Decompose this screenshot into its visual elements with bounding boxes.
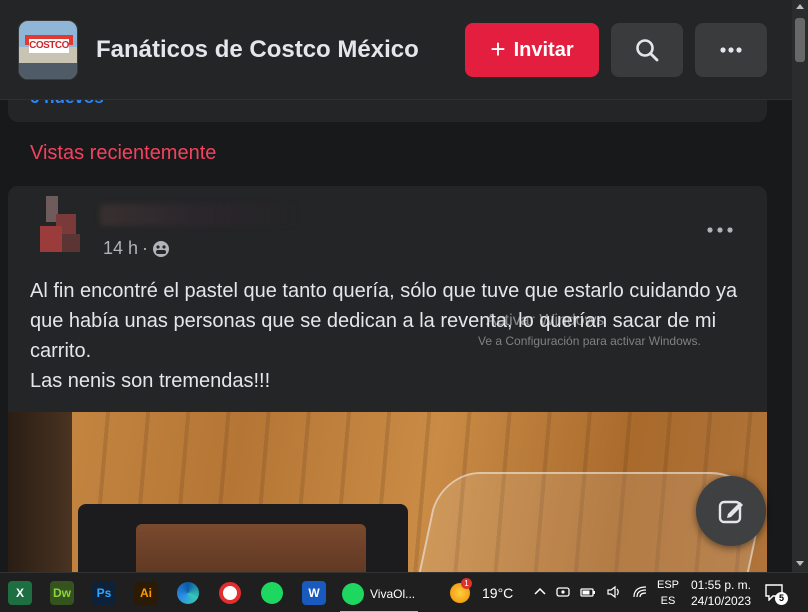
- author-name-redacted[interactable]: [100, 204, 300, 226]
- search-button[interactable]: [611, 23, 683, 77]
- activate-windows-subtitle: Ve a Configuración para activar Windows.: [478, 334, 701, 348]
- language-secondary: ES: [660, 595, 676, 607]
- post-card: 14 h · Al fin encontré el pastel que tan…: [8, 186, 767, 586]
- activate-windows-title: Activar Windows: [486, 312, 605, 329]
- store-sign: COSTCO: [29, 39, 69, 53]
- volume-icon[interactable]: [606, 585, 622, 599]
- group-privacy-icon: [153, 240, 170, 257]
- spotify-icon: [342, 583, 364, 605]
- plus-icon: +: [490, 33, 506, 64]
- dreamweaver-icon[interactable]: Dw: [50, 581, 74, 605]
- post-meta: 14 h ·: [103, 238, 170, 259]
- group-header: COSTCO Fanáticos de Costco México + Invi…: [0, 0, 792, 100]
- compose-icon: [718, 500, 743, 524]
- parking-lot: [19, 63, 77, 79]
- edge-icon[interactable]: [176, 581, 200, 605]
- photoshop-icon[interactable]: Ps: [92, 581, 116, 605]
- active-app-label: VivaOl...: [370, 587, 416, 601]
- more-dots-icon: [720, 47, 742, 53]
- post-photo[interactable]: [8, 412, 767, 586]
- excel-icon[interactable]: X: [8, 581, 32, 605]
- search-icon: [636, 39, 659, 62]
- app-red-icon[interactable]: [218, 581, 242, 605]
- weather-badge: 1: [461, 578, 472, 589]
- clock-date: 24/10/2023: [690, 594, 752, 608]
- clock[interactable]: 01:55 p. m. 24/10/2023: [686, 577, 756, 609]
- wifi-icon[interactable]: [632, 585, 648, 599]
- group-title[interactable]: Fanáticos de Costco México: [96, 36, 419, 64]
- spotify-icon[interactable]: [260, 581, 284, 605]
- author-avatar[interactable]: [40, 196, 86, 252]
- language-primary: ESP: [656, 579, 679, 591]
- invite-label: Invitar: [513, 38, 574, 61]
- active-app-spotify[interactable]: VivaOl...: [340, 577, 418, 611]
- post-options-button[interactable]: [700, 218, 740, 242]
- post-time[interactable]: 14 h: [103, 238, 138, 259]
- more-options-button[interactable]: [695, 23, 767, 77]
- meta-separator: ·: [142, 238, 149, 258]
- notification-count: 5: [775, 592, 788, 605]
- word-icon[interactable]: W: [302, 581, 326, 605]
- scroll-up-arrow-icon[interactable]: [796, 4, 804, 9]
- section-title: Vistas recientemente: [30, 142, 217, 164]
- new-posts-link[interactable]: 6 nuevos: [30, 100, 104, 108]
- meet-now-icon[interactable]: [556, 585, 570, 599]
- windows-taskbar: X Dw Ps Ai W VivaOl... 1 19°C ESP ES 01:…: [0, 572, 808, 612]
- temperature: 19°C: [482, 585, 514, 601]
- group-cover-thumbnail[interactable]: COSTCO: [18, 20, 78, 80]
- input-language[interactable]: ESP ES: [656, 577, 680, 609]
- notification-center-button[interactable]: 5: [764, 583, 788, 605]
- battery-icon[interactable]: [580, 585, 596, 599]
- page-scrollbar[interactable]: [792, 0, 808, 572]
- clock-time: 01:55 p. m.: [690, 578, 752, 592]
- previous-card: 6 nuevos: [8, 100, 767, 122]
- scroll-down-arrow-icon[interactable]: [796, 561, 804, 566]
- chevron-up-icon[interactable]: [534, 585, 546, 599]
- scrollbar-thumb[interactable]: [795, 18, 805, 62]
- illustrator-icon[interactable]: Ai: [134, 581, 158, 605]
- invite-button[interactable]: + Invitar: [465, 23, 599, 77]
- system-tray: [534, 585, 648, 599]
- more-dots-icon: [707, 227, 733, 233]
- weather-widget[interactable]: 1 19°C: [450, 578, 514, 603]
- compose-message-button[interactable]: [696, 476, 766, 546]
- weather-sun-icon: 1: [450, 578, 472, 603]
